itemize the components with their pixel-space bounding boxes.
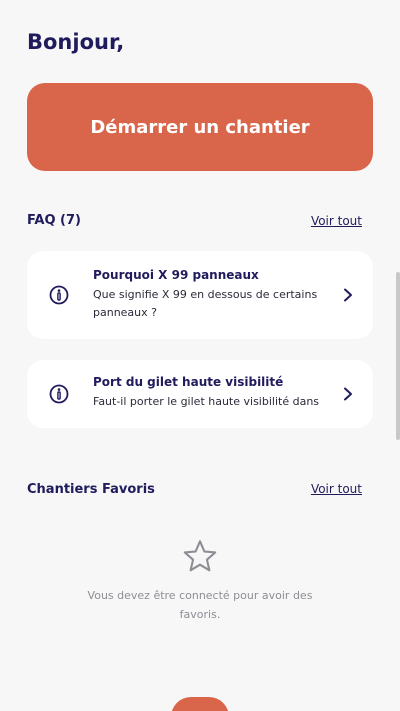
favorites-see-all-link[interactable]: Voir tout [311,482,362,496]
faq-section-title: FAQ (7) [27,213,81,228]
home-screen: Bonjour, Démarrer un chantier FAQ (7) Vo… [0,0,400,711]
faq-see-all-link[interactable]: Voir tout [311,214,362,228]
start-site-button-label: Démarrer un chantier [90,116,310,138]
favorites-section-title: Chantiers Favoris [27,482,155,497]
faq-item-1[interactable]: Port du gilet haute visibilité Faut-il p… [27,360,373,428]
info-icon [49,285,69,305]
scrollbar[interactable] [396,272,400,440]
star-icon [183,540,217,572]
chevron-right-icon [344,288,352,302]
faq-item-title: Pourquoi X 99 panneaux [93,268,259,282]
greeting-title: Bonjour, [27,30,125,54]
info-icon [49,384,69,404]
chevron-right-icon [344,387,352,401]
faq-item-0[interactable]: Pourquoi X 99 panneaux Que signifie X 99… [27,251,373,339]
faq-item-subtitle: Que signifie X 99 en dessous de certains… [93,288,318,319]
faq-item-title: Port du gilet haute visibilité [93,375,284,389]
favorites-empty-state: Vous devez être connecté pour avoir des … [0,538,400,624]
bottom-action-button[interactable] [171,697,229,711]
start-site-button[interactable]: Démarrer un chantier [27,83,373,171]
faq-item-subtitle: Faut-il porter le gilet haute visibilité… [93,395,320,408]
favorites-empty-message: Vous devez être connecté pour avoir des … [87,589,313,621]
